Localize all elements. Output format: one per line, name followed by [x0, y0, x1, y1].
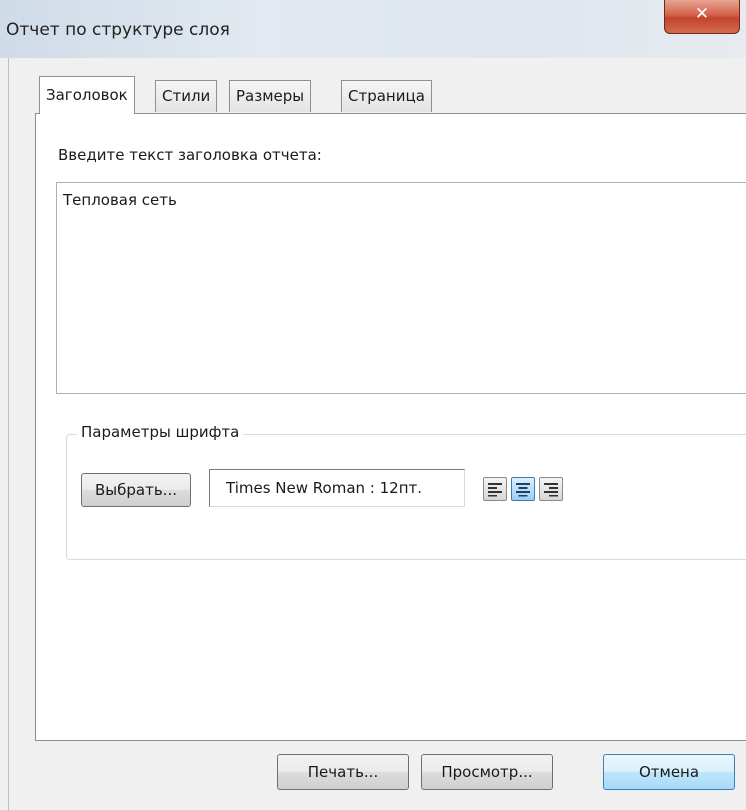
tab-header[interactable]: Заголовок: [39, 76, 135, 114]
report-title-input[interactable]: Тепловая сеть: [56, 182, 746, 394]
print-button[interactable]: Печать...: [277, 754, 409, 790]
dialog-client-area: Заголовок Стили Размеры Страница Введите…: [8, 58, 746, 810]
title-bar[interactable]: Отчет по структуре слоя ✕: [0, 0, 746, 58]
close-button[interactable]: ✕: [664, 0, 740, 34]
preview-button[interactable]: Просмотр...: [421, 754, 553, 790]
window-title: Отчет по структуре слоя: [6, 20, 230, 40]
font-display-field: Times New Roman : 12пт.: [209, 469, 465, 507]
tab-styles[interactable]: Стили: [155, 80, 218, 112]
tab-header-label: Заголовок: [46, 86, 128, 104]
align-right-button[interactable]: [539, 477, 563, 501]
tab-styles-label: Стили: [162, 87, 211, 105]
align-left-button[interactable]: [483, 477, 507, 501]
align-center-button[interactable]: [511, 477, 535, 501]
tab-page-label: Страница: [348, 87, 425, 105]
align-center-icon: [516, 483, 530, 497]
cancel-button[interactable]: Отмена: [603, 754, 735, 790]
tab-sizes-label: Размеры: [236, 87, 305, 105]
choose-font-button[interactable]: Выбрать...: [81, 473, 191, 507]
close-icon: ✕: [694, 4, 710, 24]
tab-sizes[interactable]: Размеры: [229, 80, 312, 112]
report-dialog-window: Отчет по структуре слоя ✕ Заголовок Стил…: [0, 0, 746, 810]
tab-panel-header: Введите текст заголовка отчета: Тепловая…: [35, 113, 746, 741]
title-prompt-label: Введите текст заголовка отчета:: [58, 146, 322, 164]
font-params-legend: Параметры шрифта: [77, 423, 244, 441]
align-left-icon: [488, 483, 502, 497]
font-params-group: Параметры шрифта Выбрать... Times New Ro…: [66, 423, 746, 560]
align-right-icon: [544, 483, 558, 497]
tab-page[interactable]: Страница: [341, 80, 432, 112]
